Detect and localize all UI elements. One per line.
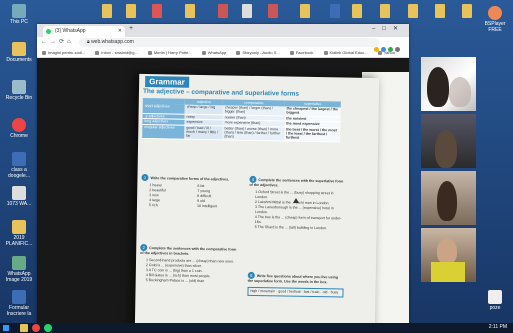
menu-icon[interactable] bbox=[395, 47, 400, 52]
address-bar[interactable]: 🔒︎ web.whatsapp.com bbox=[79, 38, 379, 47]
shared-screen-content: Grammar The adjective – comparative and … bbox=[37, 58, 409, 324]
document-icon[interactable] bbox=[268, 4, 278, 18]
exercise-2: 2 Complete the sentences with the compara… bbox=[140, 243, 241, 285]
desktop-icon-planificare[interactable]: 2019 PLANIFIC... bbox=[2, 220, 36, 247]
taskbar-clock[interactable]: 2:11 PM bbox=[489, 324, 507, 330]
word-document-icon[interactable] bbox=[330, 4, 340, 18]
file-explorer-icon[interactable] bbox=[20, 324, 28, 332]
document-icon[interactable] bbox=[218, 4, 228, 18]
bookmark-item[interactable]: Inbox - srssinid@g... bbox=[95, 48, 138, 57]
word-document-icon bbox=[12, 290, 26, 304]
participant-silhouette bbox=[437, 238, 457, 264]
image-icon[interactable] bbox=[242, 4, 252, 18]
chrome-icon bbox=[12, 118, 26, 132]
folder-icon[interactable] bbox=[380, 4, 390, 18]
folder-icon[interactable] bbox=[435, 4, 445, 18]
new-tab-button[interactable]: + bbox=[129, 25, 133, 32]
star-icon[interactable] bbox=[374, 47, 379, 52]
participant-silhouette bbox=[437, 181, 457, 221]
desktop-icon-poze[interactable]: poze bbox=[478, 290, 512, 311]
whatsapp-icon bbox=[46, 29, 51, 34]
windows-start-icon[interactable] bbox=[3, 325, 9, 331]
word-document-icon bbox=[12, 152, 26, 166]
address-row: ←→⟳⌂ 🔒︎ web.whatsapp.com bbox=[37, 37, 409, 52]
section-header: Grammar bbox=[145, 76, 189, 88]
table-row: irregular adjectives good / bad / ill / … bbox=[142, 124, 341, 142]
bookmark-item[interactable]: Imagini pentru zodi... bbox=[42, 48, 85, 57]
desktop-icon-class-folder[interactable]: class a doogele... bbox=[2, 152, 36, 179]
desktop-icon-whatsapp-image[interactable]: WhatsApp Image 2019 bbox=[2, 256, 36, 283]
folder-icon[interactable] bbox=[185, 4, 195, 18]
folder-icon bbox=[12, 42, 26, 56]
exercise-4: 4 Complete the sentences with the superla… bbox=[249, 175, 344, 231]
bookmark-item[interactable]: WhatsApp bbox=[202, 48, 226, 57]
bsplayer-icon bbox=[488, 6, 502, 20]
folder-icon[interactable] bbox=[408, 4, 418, 18]
exercise-2-items: 1 Second-hand products are ... (cheap) t… bbox=[145, 258, 234, 284]
folder-icon[interactable] bbox=[102, 4, 112, 18]
desktop-icon-this-pc[interactable]: This PC bbox=[2, 4, 36, 25]
participant-silhouette bbox=[449, 77, 471, 107]
folder-icon[interactable] bbox=[300, 4, 310, 18]
participant-silhouette bbox=[435, 130, 457, 168]
exercise-5: 5 Write five questions about where you li… bbox=[247, 271, 344, 298]
mouse-cursor bbox=[293, 198, 299, 203]
desktop-icon-bsplayer[interactable]: BSPlayer FREE bbox=[478, 6, 512, 33]
computer-icon bbox=[12, 4, 26, 18]
chrome-window: (3) WhatsApp ✕ + –□✕ ←→⟳⌂ 🔒︎ web.whatsap… bbox=[37, 24, 409, 324]
folder-icon[interactable] bbox=[352, 4, 362, 18]
image-icon bbox=[488, 290, 502, 304]
exercise-4-items: 1 Oxford Street is the ... (busy) shoppi… bbox=[254, 189, 342, 231]
extension-icon[interactable] bbox=[381, 47, 386, 52]
participant-video[interactable] bbox=[421, 228, 476, 282]
tab-whatsapp[interactable]: (3) WhatsApp ✕ bbox=[43, 26, 125, 37]
grammar-table: adjective comparative superlative short … bbox=[142, 97, 341, 142]
exercise-1-items: 1 heavy 2 beautiful 3 new 4 large 5 rich… bbox=[148, 183, 218, 209]
desktop-icon-formular[interactable]: Formular Inscriere la bbox=[2, 290, 36, 317]
bookmark-item[interactable]: Kidlink Global Educ... bbox=[324, 48, 368, 57]
exercise-1: 1 Write the comparative forms of the adje… bbox=[141, 173, 242, 210]
participant-shirt bbox=[431, 262, 465, 282]
folder-icon[interactable] bbox=[126, 4, 136, 18]
navigation-buttons[interactable]: ←→⟳⌂ bbox=[41, 38, 74, 45]
extension-icon[interactable] bbox=[388, 47, 393, 52]
lesson-title: The adjective – comparative and superlat… bbox=[142, 87, 300, 98]
whatsapp-icon[interactable] bbox=[44, 324, 52, 332]
bookmark-item[interactable]: Merlin | Harry Potte... bbox=[148, 48, 192, 57]
tab-bar: (3) WhatsApp ✕ + –□✕ bbox=[37, 24, 409, 37]
bookmarks-bar: Imagini pentru zodi... Inbox - srssinid@… bbox=[37, 48, 409, 58]
desktop-top-icons bbox=[90, 2, 480, 22]
video-participants-panel bbox=[421, 57, 476, 285]
image-icon bbox=[12, 186, 26, 200]
app-icon[interactable] bbox=[152, 4, 162, 18]
textbook-page: Grammar The adjective – comparative and … bbox=[134, 73, 380, 324]
close-tab-icon[interactable]: ✕ bbox=[118, 26, 122, 37]
participant-video[interactable] bbox=[421, 171, 476, 225]
desktop-icon-chrome[interactable]: Chrome bbox=[2, 118, 36, 139]
word-box: high / mountain · good / festival · fast… bbox=[247, 286, 344, 298]
chrome-icon[interactable] bbox=[32, 324, 40, 332]
image-icon bbox=[12, 256, 26, 270]
desktop-icon-documents[interactable]: Documents bbox=[2, 42, 36, 63]
desktop-icon-wa-file[interactable]: 1073 WA... bbox=[2, 186, 36, 207]
participant-silhouette bbox=[427, 67, 449, 107]
folder-icon bbox=[12, 220, 26, 234]
window-controls[interactable]: –□✕ bbox=[372, 25, 405, 32]
taskbar: 2:11 PM bbox=[0, 323, 513, 333]
desktop-icon-recycle-bin[interactable]: Recycle Bin bbox=[2, 80, 36, 101]
recycle-bin-icon bbox=[12, 80, 26, 94]
bookmark-item[interactable]: Facebook bbox=[290, 48, 314, 57]
bookmark-item[interactable]: Storyonly - Audio S... bbox=[236, 48, 279, 57]
extension-icons[interactable] bbox=[374, 39, 404, 52]
participant-video[interactable] bbox=[421, 57, 476, 111]
folder-icon[interactable] bbox=[462, 4, 472, 18]
participant-video[interactable] bbox=[421, 114, 476, 168]
